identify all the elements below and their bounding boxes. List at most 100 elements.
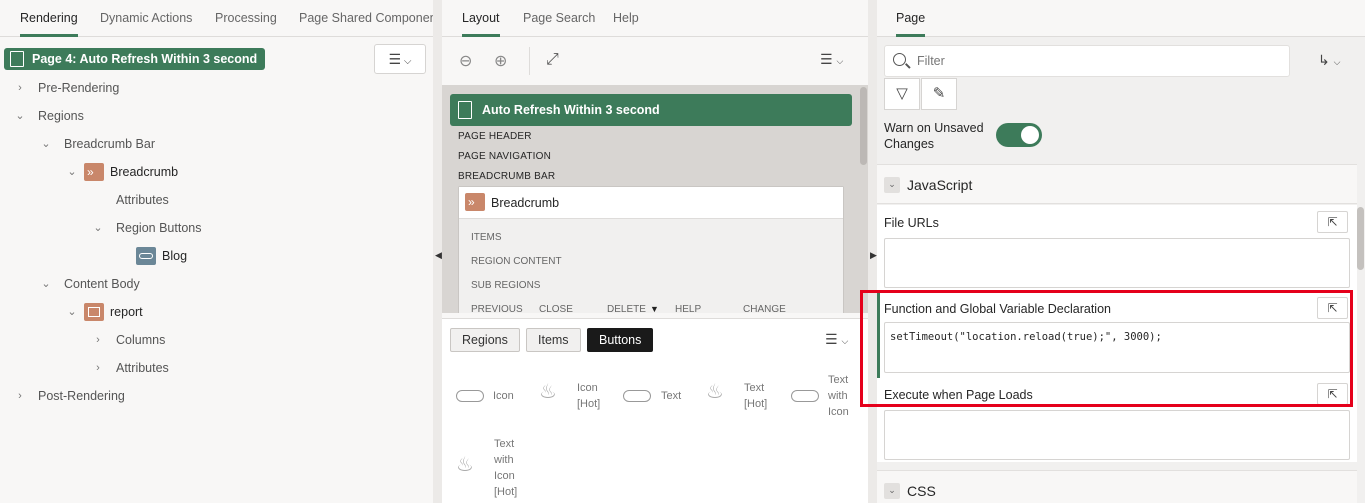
tree-node-breadcrumb[interactable]: ⌄ » Breadcrumb [66,160,178,184]
search-icon [893,53,906,66]
hot-button-icon: ♨ [706,381,724,403]
scroll-down-icon[interactable]: ▼ [650,304,659,313]
gallery-tab-items[interactable]: Items [526,328,581,352]
tree-node-region-buttons[interactable]: ⌄ Region Buttons [92,216,201,240]
tree-node-post-rendering[interactable]: › Post-Rendering [14,384,125,408]
warn-unsaved-label: Warn on Unsaved Changes [884,121,984,151]
tab-help[interactable]: Help [613,0,639,37]
position-page-navigation[interactable]: PAGE NAVIGATION [458,151,551,162]
tab-page-search[interactable]: Page Search [523,0,595,37]
chevron-down-icon[interactable]: ⌄ [14,104,26,128]
position-page-header[interactable]: PAGE HEADER [458,131,532,142]
tab-page-shared-components[interactable]: Page Shared Component [299,0,440,37]
button-pill-icon [623,390,651,402]
show-all-button[interactable]: ✎ [921,78,957,110]
position-close[interactable]: CLOSE [539,304,573,313]
chevron-down-icon[interactable]: ⌄ [92,216,104,240]
pencil-icon: ✎ [932,85,946,102]
chevron-down-icon[interactable]: ⌄ [66,300,78,324]
execute-on-load-expand-button[interactable]: ⇱ [1317,383,1348,405]
filter-input[interactable]: Filter [884,45,1290,77]
tab-rendering[interactable]: Rendering [20,0,78,37]
position-previous[interactable]: PREVIOUS [471,304,523,313]
report-region-icon [84,303,104,321]
tab-page[interactable]: Page [896,0,926,37]
layout-page-bar[interactable]: Auto Refresh Within 3 second [450,94,852,126]
tree-node-columns[interactable]: › Columns [92,328,165,352]
rendering-tree-panel: Rendering Dynamic Actions Processing Pag… [0,0,440,503]
position-region-content[interactable]: REGION CONTENT [471,256,562,267]
file-urls-textarea[interactable] [884,238,1350,288]
go-to-group-icon[interactable]: ↳ ⌵ [1318,52,1340,69]
chevron-down-icon[interactable]: ⌄ [66,160,78,184]
right-splitter[interactable]: ▶ [868,0,877,503]
gallery-tab-regions[interactable]: Regions [450,328,520,352]
file-urls-expand-button[interactable]: ⇱ [1317,211,1348,233]
collapse-right-icon[interactable]: ▶ [870,250,877,261]
css-section-header[interactable]: ⌄ CSS [877,470,1357,503]
list-icon: ☰ [388,51,402,67]
tree-node-attributes[interactable]: Attributes [116,188,169,212]
open-editor-icon: ⇱ [1327,387,1338,401]
zoom-in-icon[interactable]: ⊕ [494,51,507,71]
tree-menu-button[interactable]: ☰ ⌵ [374,44,426,74]
breadcrumb-region-header[interactable]: » Breadcrumb [459,187,843,219]
tab-processing[interactable]: Processing [215,0,277,37]
layout-menu-icon[interactable]: ☰ ⌵ [820,51,843,68]
chevron-right-icon[interactable]: › [14,76,26,100]
tree-node-page[interactable]: Page 4: Auto Refresh Within 3 second [4,48,266,70]
breadcrumb-region-icon: » [465,193,485,211]
function-declaration-textarea[interactable]: setTimeout("location.reload(true);", 300… [884,322,1350,373]
chevron-right-icon[interactable]: › [92,328,104,352]
layout-toolbar: ⊖ ⊕ ⤢ ☰ ⌵ [442,37,868,85]
warn-unsaved-toggle[interactable] [996,123,1042,147]
position-delete[interactable]: DELETE [607,304,646,313]
tree-node-report[interactable]: ⌄ report [66,300,143,324]
chevron-down-icon[interactable]: ⌄ [40,132,52,156]
execute-on-load-label: Execute when Page Loads [884,388,1033,402]
breadcrumb-region-icon: » [84,163,104,181]
middle-tabs: Layout Page Search Help [442,0,868,37]
position-sub-regions[interactable]: SUB REGIONS [471,280,540,291]
canvas-scrollbar[interactable] [860,87,867,165]
function-declaration-label: Function and Global Variable Declaration [884,302,1111,316]
funnel-icon: ▽ [896,85,908,102]
tree-node-blog-button[interactable]: Blog [136,244,187,268]
gallery-tab-buttons[interactable]: Buttons [587,328,654,352]
left-splitter[interactable]: ◀ [433,0,442,503]
collapse-left-icon[interactable]: ◀ [435,250,442,261]
gallery-panel: Regions Items Buttons ☰ ⌵ Icon ♨ Icon [H… [442,318,868,503]
breadcrumb-region-card[interactable]: » Breadcrumb ITEMS REGION CONTENT SUB RE… [458,186,844,313]
zoom-out-icon[interactable]: ⊖ [459,51,472,71]
properties-scrollbar[interactable] [1357,207,1364,270]
expand-icon[interactable]: ⤢ [546,51,559,69]
position-help[interactable]: HELP [675,304,701,313]
position-change[interactable]: CHANGE [743,304,786,313]
layout-panel: Layout Page Search Help ⊖ ⊕ ⤢ ☰ ⌵ Auto R… [442,0,868,503]
tree-node-pre-rendering[interactable]: › Pre-Rendering [14,76,119,100]
tab-layout[interactable]: Layout [462,0,500,37]
show-common-button[interactable]: ▽ [884,78,920,110]
position-breadcrumb-bar[interactable]: BREADCRUMB BAR [458,171,555,182]
gallery-menu-icon[interactable]: ☰ ⌵ [825,331,848,348]
tree-node-regions[interactable]: ⌄ Regions [14,104,83,128]
focused-property-indicator [877,292,880,378]
tree-node-breadcrumb-bar[interactable]: ⌄ Breadcrumb Bar [40,132,155,156]
function-declaration-expand-button[interactable]: ⇱ [1317,297,1348,319]
file-urls-label: File URLs [884,216,939,230]
page-icon [10,51,24,67]
button-icon [136,247,156,265]
position-items[interactable]: ITEMS [471,232,502,243]
execute-on-load-textarea[interactable] [884,410,1350,460]
left-tabs: Rendering Dynamic Actions Processing Pag… [0,0,440,37]
chevron-right-icon[interactable]: › [14,384,26,408]
collapse-icon[interactable]: ⌄ [884,483,900,499]
tree-node-report-attributes[interactable]: › Attributes [92,356,169,380]
chevron-down-icon[interactable]: ⌄ [40,272,52,296]
collapse-icon[interactable]: ⌄ [884,177,900,193]
chevron-right-icon[interactable]: › [92,356,104,380]
button-pill-icon [456,390,484,402]
javascript-section-header[interactable]: ⌄ JavaScript [877,164,1357,204]
tab-dynamic-actions[interactable]: Dynamic Actions [100,0,192,37]
tree-node-content-body[interactable]: ⌄ Content Body [40,272,139,296]
